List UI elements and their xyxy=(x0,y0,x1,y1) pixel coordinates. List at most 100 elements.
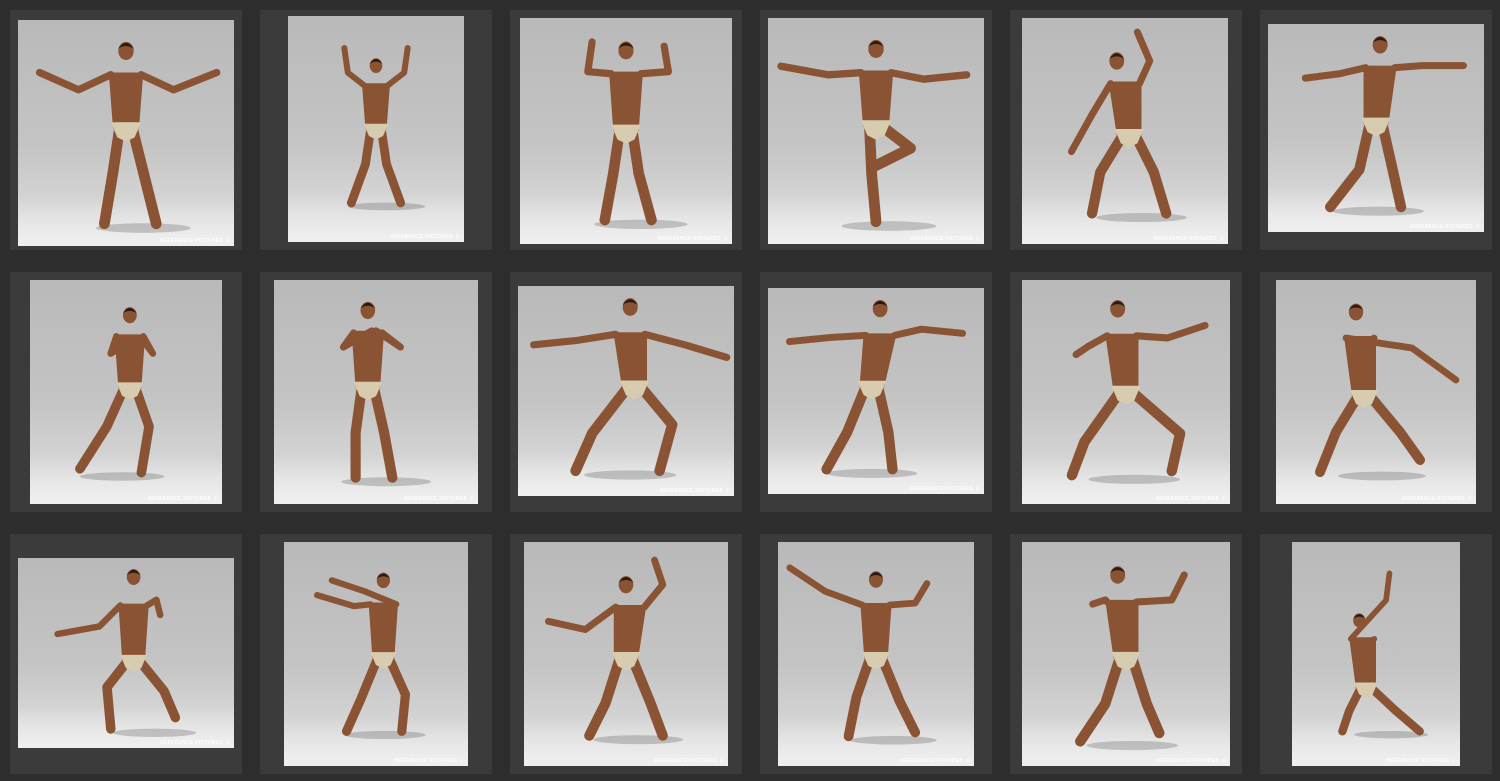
thumbnail-card[interactable]: REFERENCE PICTURES xyxy=(510,272,742,512)
pose-photo[interactable]: REFERENCE PICTURES xyxy=(284,542,468,766)
walking-figure-icon xyxy=(459,758,464,763)
left-arm xyxy=(1301,64,1370,82)
watermark: REFERENCE PICTURES xyxy=(148,496,218,502)
watermark-label: REFERENCE PICTURES xyxy=(394,758,457,764)
right-arm xyxy=(886,580,931,609)
thumbnail-card[interactable]: REFERENCE PICTURES xyxy=(510,10,742,250)
watermark-label: REFERENCE PICTURES xyxy=(1156,496,1219,502)
pose-photo[interactable]: REFERENCE PICTURES xyxy=(1268,24,1484,232)
walking-figure-icon xyxy=(455,234,460,239)
right-leg xyxy=(1366,683,1424,736)
walking-figure-icon xyxy=(719,758,724,763)
watermark: REFERENCE PICTURES xyxy=(1154,236,1224,242)
thumbnail-card[interactable]: REFERENCE PICTURES xyxy=(1010,10,1242,250)
torso xyxy=(118,603,149,661)
model-figure xyxy=(1075,566,1188,751)
right-leg xyxy=(627,125,657,226)
right-leg xyxy=(127,123,162,230)
thumbnail-card[interactable]: REFERENCE PICTURES xyxy=(1260,10,1492,250)
left-arm xyxy=(1347,570,1393,642)
pose-photo[interactable]: REFERENCE PICTURES xyxy=(1022,542,1230,766)
left-leg xyxy=(821,381,871,475)
watermark-label: REFERENCE PICTURES xyxy=(1156,758,1219,764)
watermark: REFERENCE PICTURES xyxy=(1402,496,1472,502)
floor-shadow xyxy=(1086,740,1178,751)
pose-photo[interactable]: REFERENCE PICTURES xyxy=(1292,542,1460,766)
right-arm xyxy=(137,68,221,94)
thumbnail-card[interactable]: REFERENCE PICTURES xyxy=(10,272,242,512)
watermark: REFERENCE PICTURES xyxy=(1410,224,1480,230)
torso xyxy=(108,72,144,129)
model-figure xyxy=(313,572,426,740)
floor-shadow xyxy=(593,735,684,745)
thumbnail-card[interactable]: REFERENCE PICTURES xyxy=(1260,272,1492,512)
model-figure xyxy=(339,301,432,487)
floor-shadow xyxy=(347,202,426,211)
model-figure xyxy=(1066,300,1209,484)
thumbnail-card[interactable]: REFERENCE PICTURES xyxy=(10,10,242,250)
torso xyxy=(609,71,643,131)
left-arm xyxy=(530,330,620,349)
watermark-label: REFERENCE PICTURES xyxy=(900,758,963,764)
pose-photo[interactable]: REFERENCE PICTURES xyxy=(1022,280,1230,504)
right-arm xyxy=(1133,28,1154,88)
watermark-label: REFERENCE PICTURES xyxy=(160,238,223,244)
thumbnail-card[interactable]: REFERENCE PICTURES xyxy=(510,534,742,774)
thumbnail-card[interactable]: REFERENCE PICTURES xyxy=(760,534,992,774)
thumbnail-card[interactable]: REFERENCE PICTURES xyxy=(1260,534,1492,774)
left-leg xyxy=(350,382,367,483)
pose-photo[interactable]: REFERENCE PICTURES xyxy=(18,558,234,748)
torso xyxy=(1105,599,1139,659)
thumbnail-card[interactable]: REFERENCE PICTURES xyxy=(1010,272,1242,512)
left-arm xyxy=(35,68,115,94)
left-leg xyxy=(1066,386,1125,481)
watermark-label: REFERENCE PICTURES xyxy=(390,234,453,240)
thumbnail-card[interactable]: REFERENCE PICTURES xyxy=(260,272,492,512)
pose-photo[interactable]: REFERENCE PICTURES xyxy=(18,20,234,246)
pose-photo[interactable]: REFERENCE PICTURES xyxy=(524,542,728,766)
thumbnail-card[interactable]: REFERENCE PICTURES xyxy=(760,272,992,512)
pose-photo[interactable]: REFERENCE PICTURES xyxy=(768,288,984,494)
right-leg xyxy=(627,652,668,741)
right-leg xyxy=(376,124,406,208)
pose-photo[interactable]: REFERENCE PICTURES xyxy=(288,16,464,242)
watermark: REFERENCE PICTURES xyxy=(910,486,980,492)
pose-photo[interactable]: REFERENCE PICTURES xyxy=(518,286,734,496)
pose-photo[interactable]: REFERENCE PICTURES xyxy=(274,280,478,504)
floor-shadow xyxy=(1338,471,1426,481)
left-arm xyxy=(313,591,374,610)
left-arm xyxy=(1067,80,1115,156)
floor-shadow xyxy=(841,221,937,231)
model-figure xyxy=(1338,570,1429,739)
watermark-label: REFERENCE PICTURES xyxy=(658,236,721,242)
watermark-label: REFERENCE PICTURES xyxy=(1386,758,1449,764)
torso xyxy=(613,605,647,659)
torso xyxy=(613,332,647,387)
pose-photo[interactable]: REFERENCE PICTURES xyxy=(768,18,984,244)
pose-photo[interactable]: REFERENCE PICTURES xyxy=(520,18,732,244)
walking-figure-icon xyxy=(225,238,230,243)
model-figure xyxy=(584,38,688,229)
pose-photo[interactable]: REFERENCE PICTURES xyxy=(30,280,222,504)
pose-photo[interactable]: REFERENCE PICTURES xyxy=(1276,280,1476,504)
thumbnail-card[interactable]: REFERENCE PICTURES xyxy=(10,534,242,774)
right-leg xyxy=(876,653,921,738)
model-figure xyxy=(785,299,967,478)
thumbnail-card[interactable]: REFERENCE PICTURES xyxy=(260,534,492,774)
thumbnail-card[interactable]: REFERENCE PICTURES xyxy=(1010,534,1242,774)
thumbnail-card[interactable]: REFERENCE PICTURES xyxy=(760,10,992,250)
thumbnail-card[interactable]: REFERENCE PICTURES xyxy=(260,10,492,250)
pose-photo[interactable]: REFERENCE PICTURES xyxy=(778,542,974,766)
model-figure xyxy=(786,564,937,745)
torso xyxy=(1108,81,1142,136)
left-leg xyxy=(1338,683,1366,736)
right-leg xyxy=(1127,386,1186,477)
watermark: REFERENCE PICTURES xyxy=(900,758,970,764)
left-leg xyxy=(599,125,625,226)
floor-shadow xyxy=(112,728,197,737)
reference-gallery-grid: REFERENCE PICTURES REFERENCE PICTURES REFE… xyxy=(0,0,1500,781)
model-figure xyxy=(545,556,684,745)
walking-figure-icon xyxy=(975,486,980,491)
watermark: REFERENCE PICTURES xyxy=(658,236,728,242)
pose-photo[interactable]: REFERENCE PICTURES xyxy=(1022,18,1228,244)
